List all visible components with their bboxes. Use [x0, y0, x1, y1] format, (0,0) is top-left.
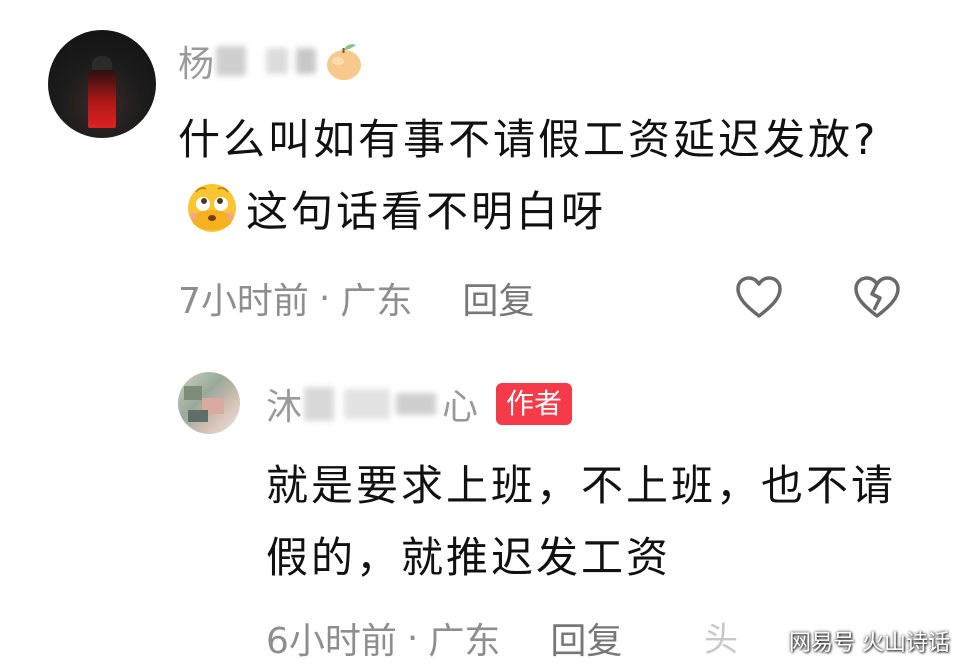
reply-button[interactable]: 回复 [462, 272, 534, 324]
author-badge: 作者 [496, 383, 573, 425]
orange-icon [322, 39, 366, 83]
like-icon[interactable] [734, 274, 784, 320]
partial-cutoff-text: 头 [704, 620, 738, 660]
reply-body: 就是要求上班，不上班，也不请假的，就推迟发工资 [266, 461, 897, 582]
username-blur [396, 393, 437, 415]
avatar[interactable] [178, 372, 240, 434]
username-visible-char: 心 [442, 387, 479, 428]
avatar-mosaic [184, 386, 202, 400]
username-blur [216, 46, 247, 76]
reply-button[interactable]: 回复 [550, 612, 622, 664]
reply-location: 广东 [428, 621, 501, 662]
reply-time: 6小时前 [266, 621, 397, 662]
comment-text-part: 这句话看不明白呀 [246, 187, 607, 236]
comment-username[interactable]: 杨 [178, 36, 366, 86]
avatar[interactable] [48, 30, 156, 138]
avatar-figure-body [88, 70, 116, 128]
username-visible-char: 沐 [266, 387, 303, 428]
comment-meta: 7小时前 · 广东 回复 [178, 272, 534, 324]
dislike-icon[interactable] [852, 274, 902, 320]
reply-meta: 6小时前 · 广东 回复 [266, 612, 622, 664]
username-blur [304, 387, 335, 421]
username-blur [344, 389, 391, 419]
comment-body: 什么叫如有事不请假工资延迟发放? 这句话看不明白呀 [178, 104, 918, 248]
watermark: 网易号 火山诗话 [789, 631, 950, 656]
meta-separator: · [406, 617, 419, 659]
username-blur [296, 48, 317, 74]
avatar-mosaic [188, 410, 208, 422]
username-visible-char: 杨 [178, 44, 215, 85]
comment-time: 7小时前 [178, 281, 309, 322]
reply-username[interactable]: 沐 心 作者 [266, 376, 573, 432]
meta-separator: · [318, 277, 331, 319]
comment-location: 广东 [340, 281, 413, 322]
username-blur [266, 48, 289, 74]
dizzy-face-emoji-icon [182, 176, 242, 236]
comment-text-part: 什么叫如有事不请假工资延迟发放? [178, 115, 879, 164]
